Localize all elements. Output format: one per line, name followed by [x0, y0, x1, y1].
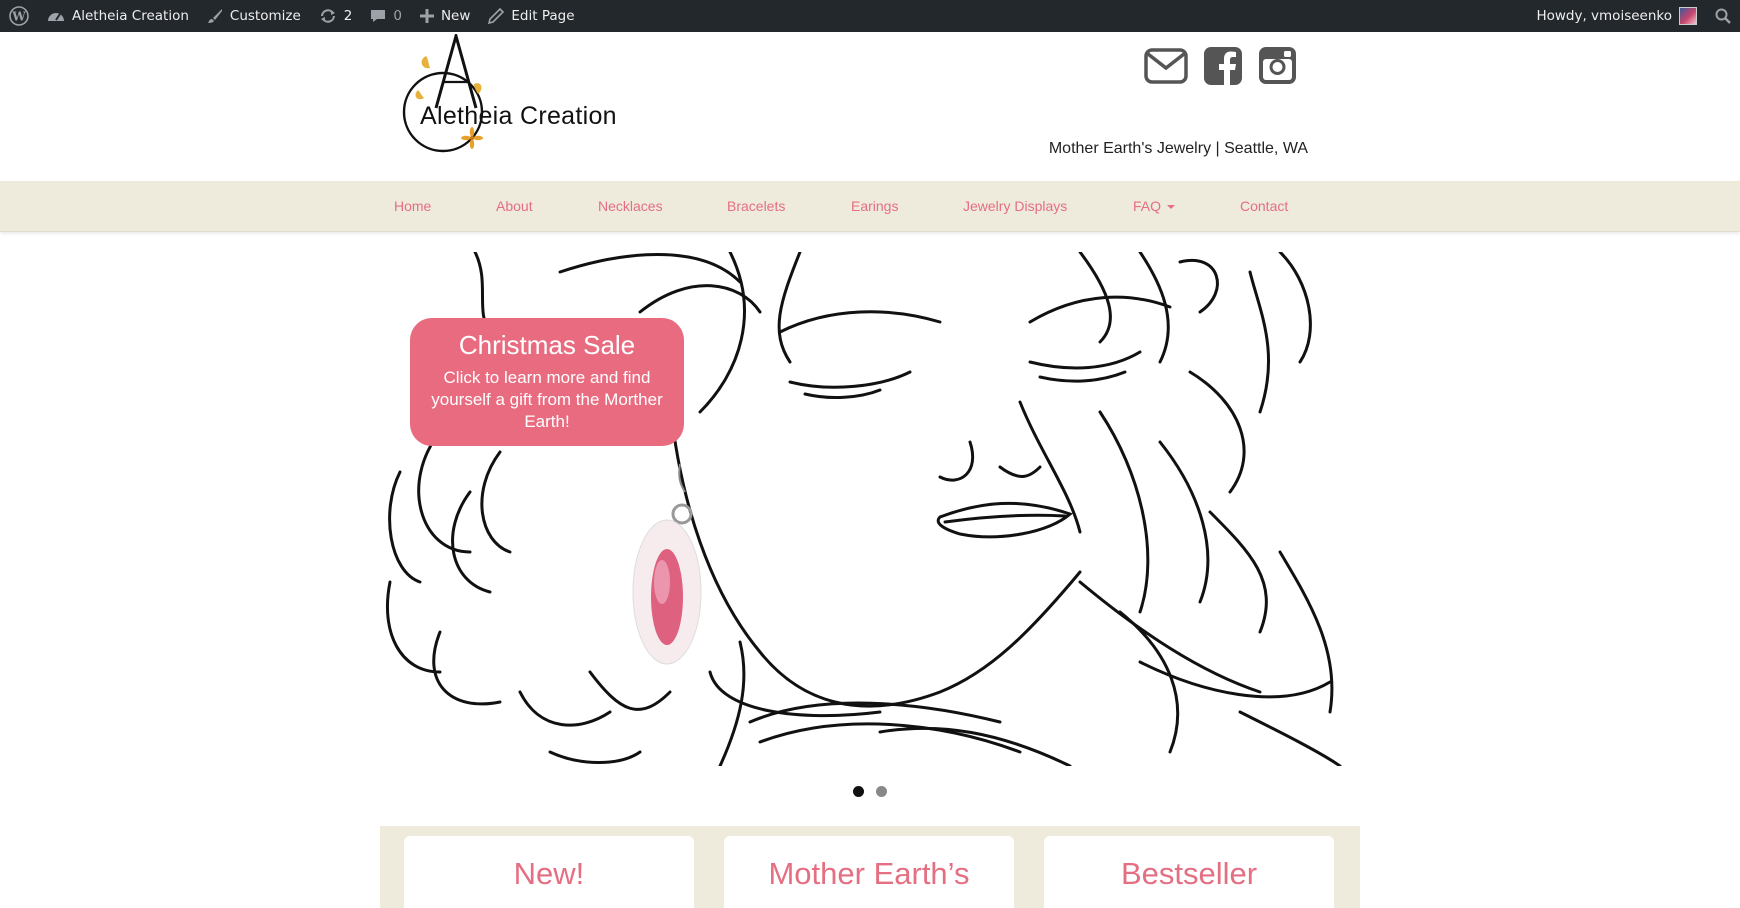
nav-about-label: About — [496, 198, 533, 214]
new-content-menu[interactable]: New — [411, 0, 479, 32]
nav-item-jewelry-displays[interactable]: Jewelry Displays — [963, 181, 1067, 231]
updates-count: 2 — [343, 8, 353, 24]
nav-earings-label: Earings — [851, 198, 899, 214]
facebook-link[interactable] — [1203, 46, 1243, 90]
customize-label: Customize — [229, 8, 301, 24]
updates-icon — [319, 8, 337, 24]
nav-item-about[interactable]: About — [496, 181, 533, 231]
featured-card-mother-earth[interactable]: Mother Earth’s — [724, 836, 1014, 908]
sale-description: Click to learn more and find yourself a … — [431, 368, 663, 431]
updates-link[interactable]: 2 — [310, 0, 362, 32]
instagram-icon — [1258, 47, 1296, 89]
site-name-label: Aletheia Creation — [72, 8, 189, 24]
brush-icon — [207, 8, 223, 24]
nav-item-home[interactable]: Home — [394, 181, 431, 231]
facebook-icon — [1204, 46, 1242, 90]
account-menu[interactable]: Howdy, vmoiseenko — [1527, 0, 1706, 32]
nav-item-necklaces[interactable]: Necklaces — [598, 181, 663, 231]
site-tagline: Mother Earth's Jewelry | Seattle, WA — [1048, 140, 1308, 157]
admin-search[interactable] — [1706, 0, 1740, 32]
slider-dot-1[interactable] — [853, 786, 864, 797]
edit-page-link[interactable]: Edit Page — [479, 0, 583, 32]
customize-link[interactable]: Customize — [198, 0, 310, 32]
christmas-sale-banner[interactable]: Christmas Sale Click to learn more and f… — [410, 318, 684, 446]
card-title-new: New! — [513, 856, 585, 891]
nav-item-bracelets[interactable]: Bracelets — [727, 181, 785, 231]
svg-text:W: W — [11, 10, 26, 24]
email-link[interactable] — [1143, 47, 1189, 89]
nav-home-label: Home — [394, 198, 432, 214]
nav-bracelets-label: Bracelets — [727, 198, 786, 214]
sale-title: Christmas Sale — [458, 330, 636, 360]
instagram-link[interactable] — [1257, 47, 1297, 89]
howdy-label: Howdy, vmoiseenko — [1536, 8, 1672, 24]
new-label: New — [440, 8, 471, 24]
main-navigation: Home About Necklaces Bracelets Earings J… — [0, 181, 1740, 232]
logo-mark-icon — [402, 30, 484, 153]
slider-dot-2[interactable] — [876, 786, 887, 797]
logo-text: Aletheia Creation — [420, 102, 617, 130]
pencil-icon — [488, 8, 505, 24]
comments-count: 0 — [393, 8, 402, 24]
nav-item-faq[interactable]: FAQ — [1133, 181, 1176, 231]
featured-card-new[interactable]: New! — [404, 836, 694, 908]
wordpress-icon: W — [9, 6, 29, 26]
featured-card-bestseller[interactable]: Bestseller — [1044, 836, 1334, 908]
nav-item-contact[interactable]: Contact — [1240, 181, 1288, 231]
card-title-bestseller: Bestseller — [1120, 856, 1258, 891]
envelope-icon — [1144, 47, 1188, 89]
admin-bar: W Aletheia Creation Customize 2 0 New Ed… — [0, 0, 1740, 32]
nav-contact-label: Contact — [1240, 198, 1289, 214]
comments-link[interactable]: 0 — [361, 0, 411, 32]
nav-faq-label: FAQ — [1133, 198, 1162, 214]
search-icon — [1715, 8, 1731, 24]
edit-page-label: Edit Page — [511, 8, 575, 24]
nav-item-earings[interactable]: Earings — [851, 181, 898, 231]
avatar — [1679, 7, 1697, 25]
nav-necklaces-label: Necklaces — [598, 198, 663, 214]
wp-logo-menu[interactable]: W — [0, 0, 38, 32]
dashboard-icon — [47, 8, 65, 24]
comment-icon — [370, 8, 386, 24]
plus-icon — [419, 9, 434, 23]
site-name-menu[interactable]: Aletheia Creation — [38, 0, 198, 32]
card-title-mother-earth: Mother Earth’s — [768, 856, 970, 891]
earring-illustration — [632, 463, 702, 665]
nav-jewelry-displays-label: Jewelry Displays — [963, 198, 1068, 214]
caret-down-icon — [1167, 205, 1176, 210]
site-logo[interactable] — [398, 30, 628, 154]
